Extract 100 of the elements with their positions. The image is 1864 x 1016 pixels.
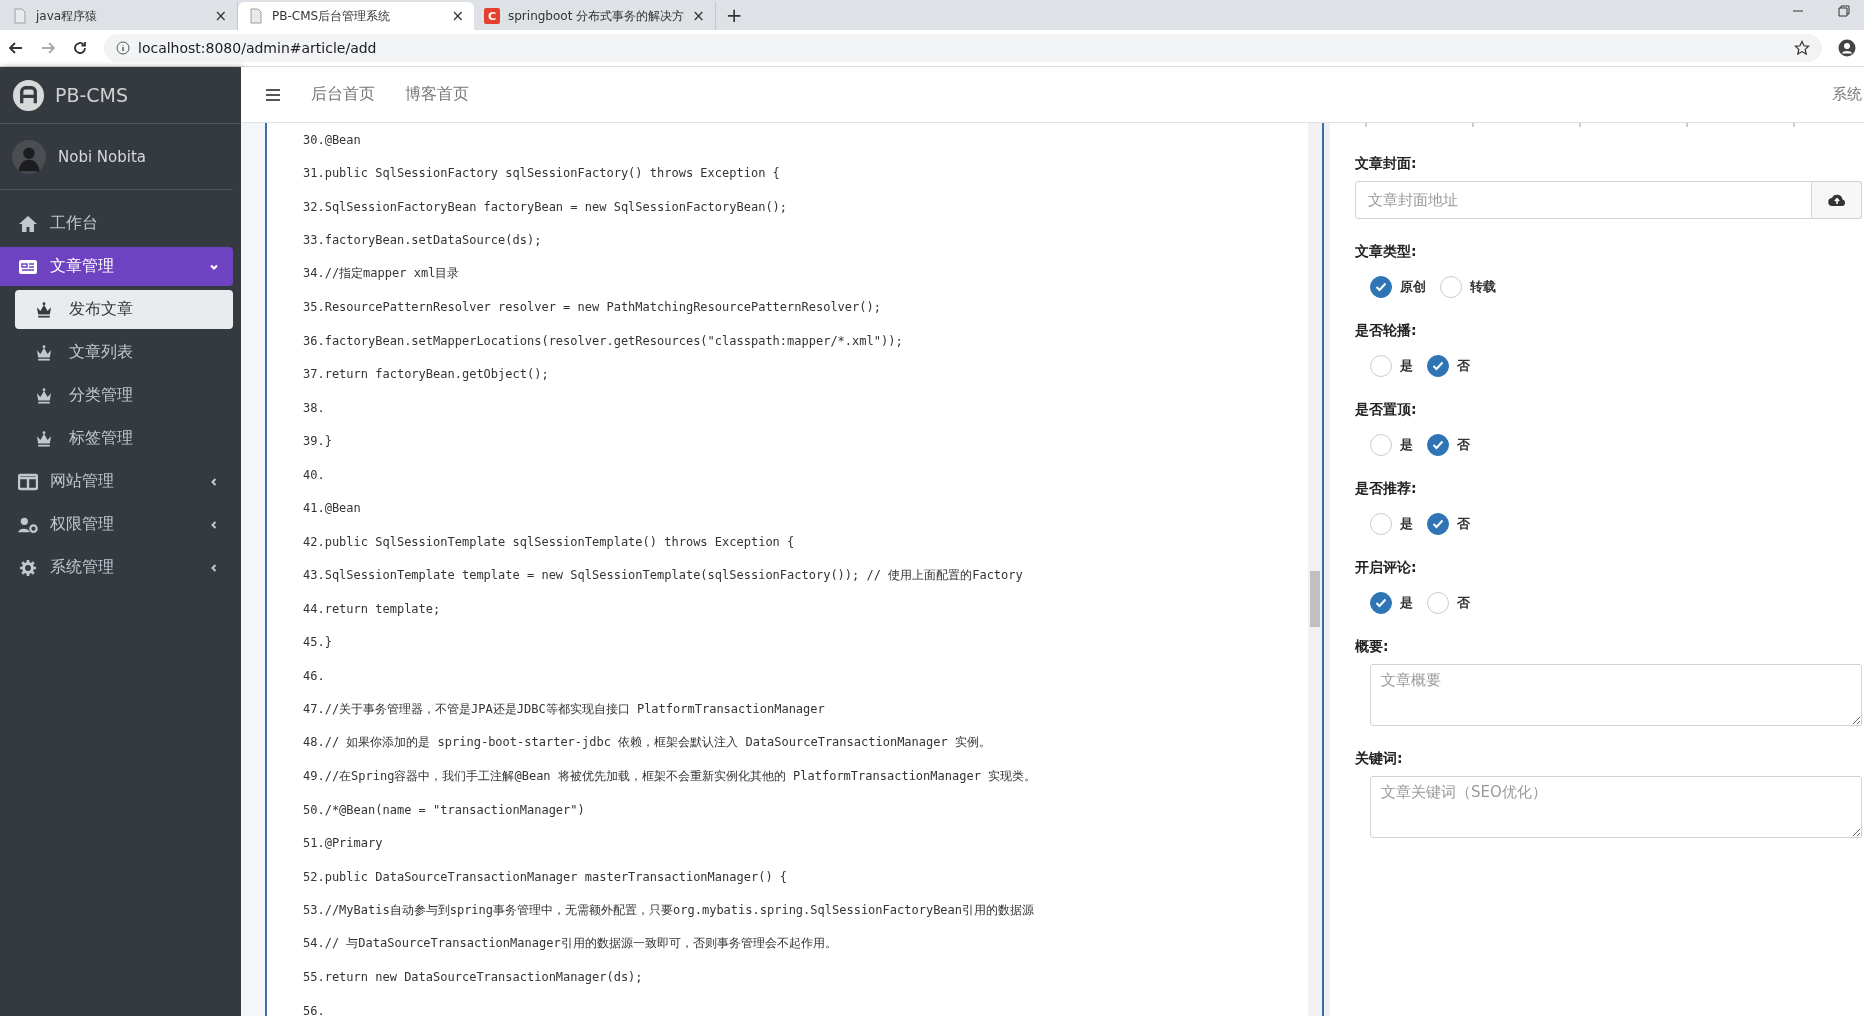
scrollbar-thumb[interactable]: [1310, 571, 1320, 627]
radio-label: 否: [1457, 515, 1470, 533]
code-line: 33.factoryBean.setDataSource(ds);: [303, 233, 542, 248]
menu-item[interactable]: 网站管理: [0, 462, 233, 501]
user-gear-icon: [18, 515, 38, 534]
code-line: 36.factoryBean.setMapperLocations(resolver.getResources("classpath:mapper/*.xml"));: [303, 333, 903, 348]
brand-name: PB-CMS: [55, 84, 129, 106]
submenu-item[interactable]: 分类管理: [15, 376, 233, 415]
code-line: 45.}: [303, 635, 332, 650]
menu-item[interactable]: 文章管理: [0, 247, 233, 286]
radio-button[interactable]: [1370, 276, 1392, 298]
code-line: 40.: [303, 467, 325, 482]
system-menu[interactable]: 系统: [1832, 85, 1864, 104]
radio-button[interactable]: [1370, 592, 1392, 614]
check-icon: [1432, 440, 1444, 450]
new-tab-button[interactable]: +: [725, 3, 743, 27]
radio-label: 是: [1400, 357, 1413, 375]
close-tab-button[interactable]: ×: [451, 7, 464, 25]
code-line: 34.//指定mapper xml目录: [303, 265, 460, 283]
restore-icon[interactable]: [1838, 5, 1850, 17]
code-line: 48.// 如果你添加的是 spring-boot-starter-jdbc 依赖，框架会默认注入 DataSourceTransactionManager 实例。: [303, 734, 991, 752]
columns-icon: [18, 472, 38, 491]
close-tab-button[interactable]: ×: [214, 7, 227, 25]
keywords-field[interactable]: 文章关键词（SEO优化）: [1370, 776, 1862, 838]
menu-item[interactable]: 权限管理: [0, 505, 233, 544]
cloud-upload-icon: [1827, 193, 1846, 207]
scrollbar[interactable]: [1308, 123, 1322, 1016]
menu-icon[interactable]: [265, 87, 281, 102]
cover-url-field[interactable]: 文章封面地址: [1355, 181, 1812, 219]
check-icon: [1375, 282, 1387, 292]
checkbox-edge: [1472, 123, 1474, 127]
field-label: 概要:: [1355, 638, 1390, 656]
radio-label: 原创: [1400, 278, 1426, 296]
chevron-left-icon: [209, 562, 219, 573]
gear-icon: [18, 558, 38, 577]
tab-title: PB-CMS后台管理系统: [272, 7, 392, 25]
code-line: 51.@Primary: [303, 836, 383, 851]
field-label: 文章封面:: [1355, 155, 1418, 173]
submenu-item[interactable]: 文章列表: [15, 333, 233, 372]
submenu-item[interactable]: 标签管理: [15, 419, 233, 458]
code-line: 41.@Bean: [303, 501, 361, 516]
radio-button[interactable]: [1427, 513, 1449, 535]
browser-tab[interactable]: PB-CMS后台管理系统 ×: [238, 2, 474, 30]
home-icon: [18, 214, 38, 233]
upload-button[interactable]: [1812, 181, 1862, 219]
menu-item[interactable]: 工作台: [0, 204, 233, 243]
close-tab-button[interactable]: ×: [692, 7, 705, 25]
chevron-left-icon: [209, 476, 219, 487]
code-line: 56.: [303, 1003, 325, 1016]
page-icon: [12, 8, 28, 24]
field-label: 关键词:: [1355, 750, 1404, 768]
code-line: 35.ResourcePatternResolver resolver = new PathMatchingResourcePatternResolver();: [303, 300, 881, 315]
user-name: Nobi Nobita: [58, 147, 146, 166]
menu-item[interactable]: 系统管理: [0, 548, 233, 587]
crown-icon: [35, 344, 53, 361]
chevron-left-icon: [209, 519, 219, 530]
radio-button[interactable]: [1427, 434, 1449, 456]
nav-link[interactable]: 后台首页: [311, 84, 375, 105]
checkbox-edge: [1793, 123, 1795, 127]
code-line: 55.return new DataSourceTransactionManager(ds);: [303, 970, 643, 985]
nav-link[interactable]: 博客首页: [405, 84, 469, 105]
logo-icon: [12, 78, 45, 112]
back-icon[interactable]: [8, 40, 24, 56]
radio-button[interactable]: [1427, 355, 1449, 377]
checkbox-edge: [1365, 123, 1367, 127]
check-icon: [1375, 598, 1387, 608]
radio-label: 否: [1457, 594, 1470, 612]
page-icon: [248, 8, 264, 24]
crown-icon: [35, 301, 53, 318]
radio-label: 是: [1400, 594, 1413, 612]
field-label: 文章类型:: [1355, 243, 1418, 261]
address-field[interactable]: localhost:8080/admin#article/add: [104, 34, 1822, 62]
bookmark-star-icon[interactable]: [1794, 40, 1810, 56]
code-line: 38.: [303, 400, 325, 415]
radio-label: 否: [1457, 357, 1470, 375]
code-line: 39.}: [303, 434, 332, 449]
code-line: 43.SqlSessionTemplate template = new SqlSessionTemplate(sqlSessionFactory()); // 使用上面配置的Factory: [303, 566, 1023, 584]
reload-icon[interactable]: [72, 40, 88, 56]
code-line: 53.//MyBatis自动参与到spring事务管理中，无需额外配置，只要org.mybatis.spring.SqlSessionFactoryBean引用的数据源: [303, 901, 1035, 919]
newspaper-icon: [18, 257, 38, 276]
avatar-icon: [12, 139, 46, 174]
check-icon: [1432, 519, 1444, 529]
code-line: 42.public SqlSessionTemplate sqlSessionTemplate() throws Exception {: [303, 534, 795, 549]
code-line: 54.// 与DataSourceTransactionManager引用的数据源一致即可，否则事务管理会不起作用。: [303, 935, 837, 953]
crown-icon: [35, 430, 53, 447]
code-line: 52.public DataSourceTransactionManager masterTransactionManager() {: [303, 869, 788, 884]
code-line: 44.return template;: [303, 601, 441, 616]
profile-icon[interactable]: [1838, 39, 1856, 57]
editor-area[interactable]: [265, 123, 1324, 1016]
info-icon: [116, 41, 130, 55]
checkbox-edge: [1686, 123, 1688, 127]
submenu-item[interactable]: 发布文章: [15, 290, 233, 329]
field-label: 是否轮播:: [1355, 322, 1418, 340]
radio-label: 是: [1400, 515, 1413, 533]
code-line: 30.@Bean: [303, 132, 361, 147]
crown-icon: [35, 387, 53, 404]
code-line: 49.//在Spring容器中，我们手工注解@Bean 将被优先加载，框架不会重新实例化其他的 PlatformTransactionManager 实现类。: [303, 767, 1037, 785]
summary-field[interactable]: 文章概要: [1370, 664, 1862, 726]
code-line: 47.//关于事务管理器，不管是JPA还是JDBC等都实现自接口 PlatformTransactionManager: [303, 700, 825, 718]
radio-label: 否: [1457, 436, 1470, 454]
